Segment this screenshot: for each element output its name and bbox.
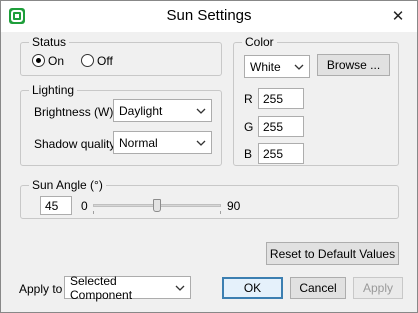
sun-angle-value: 45 [45,198,59,213]
sun-angle-group: Sun Angle (°) 45 0 90 [20,178,399,219]
color-preset-select[interactable]: White [244,55,310,78]
browse-button[interactable]: Browse ... [317,54,390,76]
shadow-quality-value: Normal [119,135,158,150]
apply-to-select[interactable]: Selected Component [64,273,191,302]
red-value: 255 [263,91,284,106]
green-value: 255 [263,119,284,134]
status-group: Status On Off [20,35,222,76]
chevron-down-icon [196,108,206,114]
color-legend: Color [242,35,277,49]
status-legend: Status [29,35,70,49]
red-input[interactable]: 255 [258,88,304,109]
sun-angle-max-label: 90 [227,199,241,213]
slider-thumb[interactable] [153,199,161,212]
blue-input[interactable]: 255 [258,143,304,164]
radio-on-indicator[interactable] [32,54,45,67]
reset-defaults-button[interactable]: Reset to Default Values [266,242,399,265]
shadow-quality-select[interactable]: Normal [113,131,212,154]
brightness-value: Daylight [119,103,163,118]
apply-to-label: Apply to [19,282,63,296]
lighting-group: Lighting Brightness (W) Daylight Shadow … [20,83,222,166]
title-bar: Sun Settings ✕ [1,1,417,32]
chevron-down-icon [175,285,185,291]
ok-button[interactable]: OK [222,277,283,299]
green-label: G [244,120,254,134]
color-group: Color White Browse ... R 255 G 255 B 255 [233,35,399,166]
sun-angle-input[interactable]: 45 [40,196,72,215]
shadow-quality-label: Shadow quality [34,137,116,151]
blue-value: 255 [263,146,284,161]
cancel-button[interactable]: Cancel [290,277,346,299]
status-on-label: On [48,54,65,68]
brightness-label: Brightness (W) [34,105,114,119]
sun-angle-legend: Sun Angle (°) [29,178,106,192]
radio-off-indicator[interactable] [81,54,94,67]
blue-label: B [244,147,253,161]
slider-tick-start [93,211,94,214]
close-icon: ✕ [391,8,405,25]
close-button[interactable]: ✕ [385,5,411,27]
apply-to-value: Selected Component [70,273,133,302]
status-off-label: Off [97,54,113,68]
window-title: Sun Settings [166,7,252,24]
sun-settings-dialog: Sun Settings ✕ Status On Off Lighting Br… [0,0,418,313]
chevron-down-icon [196,140,206,146]
red-label: R [244,92,253,106]
apply-button[interactable]: Apply [353,277,403,299]
slider-tick-end [220,211,221,214]
lighting-legend: Lighting [29,83,78,97]
green-input[interactable]: 255 [258,116,304,137]
color-preset-value: White [250,59,281,74]
chevron-down-icon [294,64,304,70]
brightness-select[interactable]: Daylight [113,99,212,122]
sun-angle-min-label: 0 [81,199,88,213]
